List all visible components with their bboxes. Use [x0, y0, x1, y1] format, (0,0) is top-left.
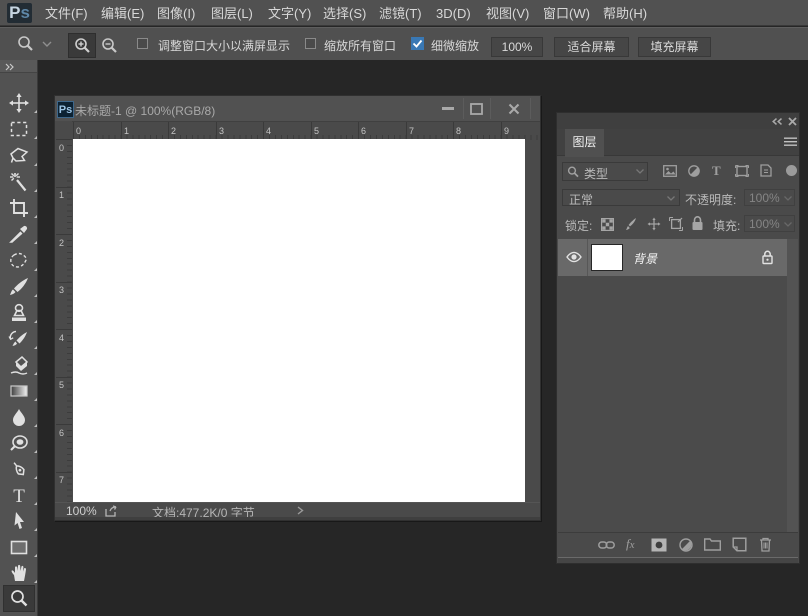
svg-text:T: T — [13, 486, 25, 506]
